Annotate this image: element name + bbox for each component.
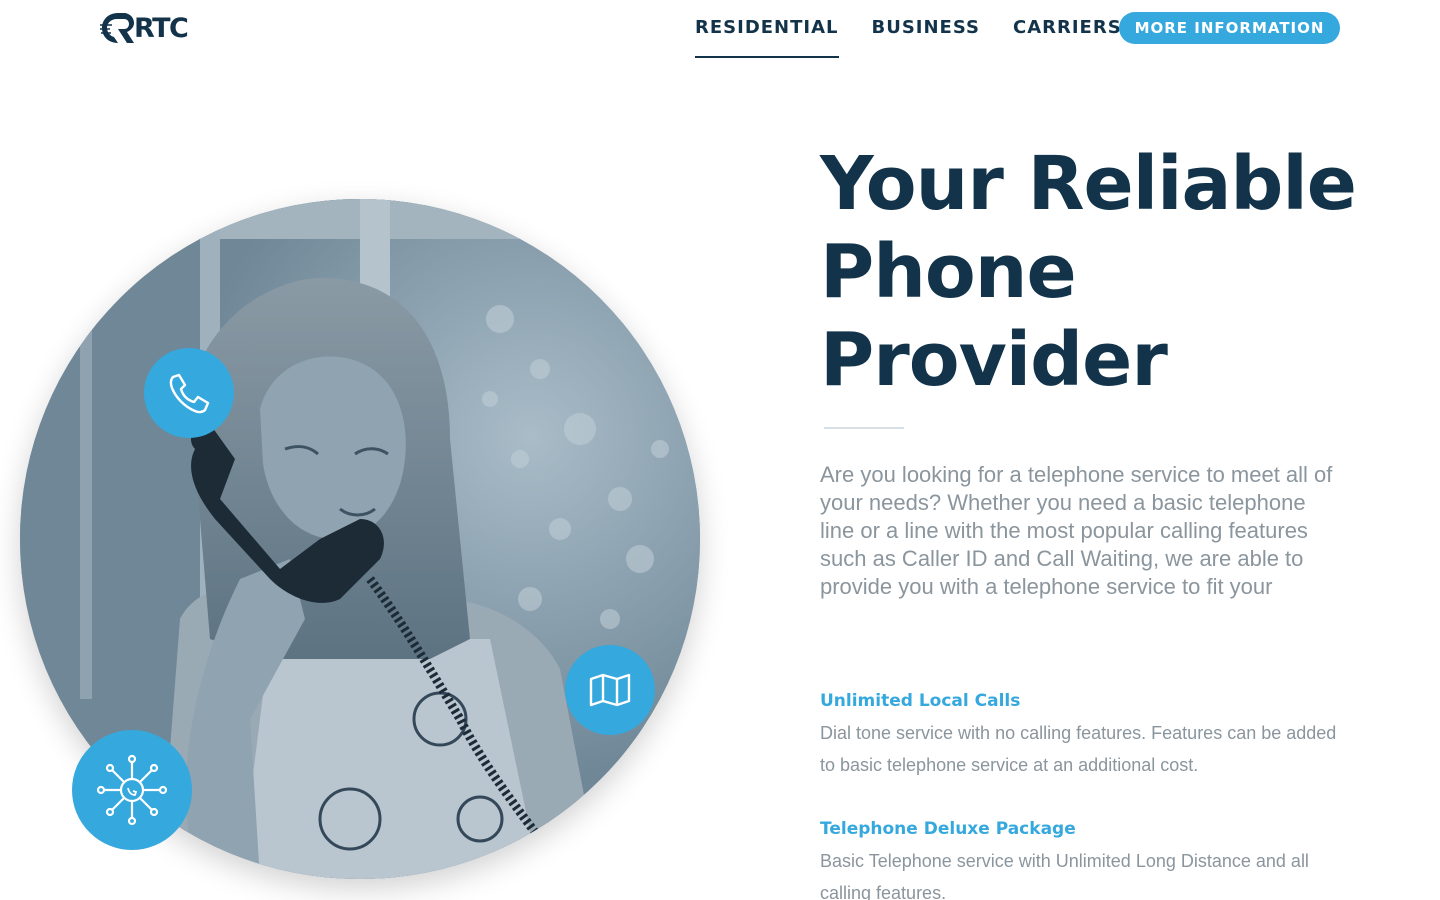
rtc-logo-mark-icon [100,13,134,43]
title-line: Phone [820,229,1077,315]
title-divider [824,427,904,429]
nav-residential[interactable]: RESIDENTIAL [695,0,839,58]
rtc-logo[interactable]: RTC [100,10,189,46]
feature-title[interactable]: Unlimited Local Calls [820,689,1350,713]
intro-paragraph: Are you looking for a telephone service … [820,462,1333,599]
map-badge [565,645,655,735]
nav-business[interactable]: BUSINESS [872,0,980,58]
map-icon [589,673,631,707]
network-badge [72,730,192,850]
title-line: Your Reliable [820,141,1357,227]
phone-badge [144,348,234,438]
page-title: Your Reliable Phone Provider [820,140,1380,404]
feature-telephone-deluxe-package: Telephone Deluxe Package Basic Telephone… [820,817,1350,900]
nav-carriers[interactable]: CARRIERS [1013,0,1122,58]
network-icon [96,754,168,826]
feature-description: Dial tone service with no calling featur… [820,723,1337,775]
phone-icon [169,373,210,414]
feature-title[interactable]: Telephone Deluxe Package [820,817,1350,841]
feature-unlimited-local-calls: Unlimited Local Calls Dial tone service … [820,689,1350,781]
title-line: Provider [820,317,1168,403]
more-information-button[interactable]: MORE INFORMATION [1119,12,1340,44]
main-nav: RESIDENTIAL BUSINESS CARRIERS [695,0,1155,60]
feature-description: Basic Telephone service with Unlimited L… [820,851,1309,900]
logo-text: RTC [134,12,189,44]
